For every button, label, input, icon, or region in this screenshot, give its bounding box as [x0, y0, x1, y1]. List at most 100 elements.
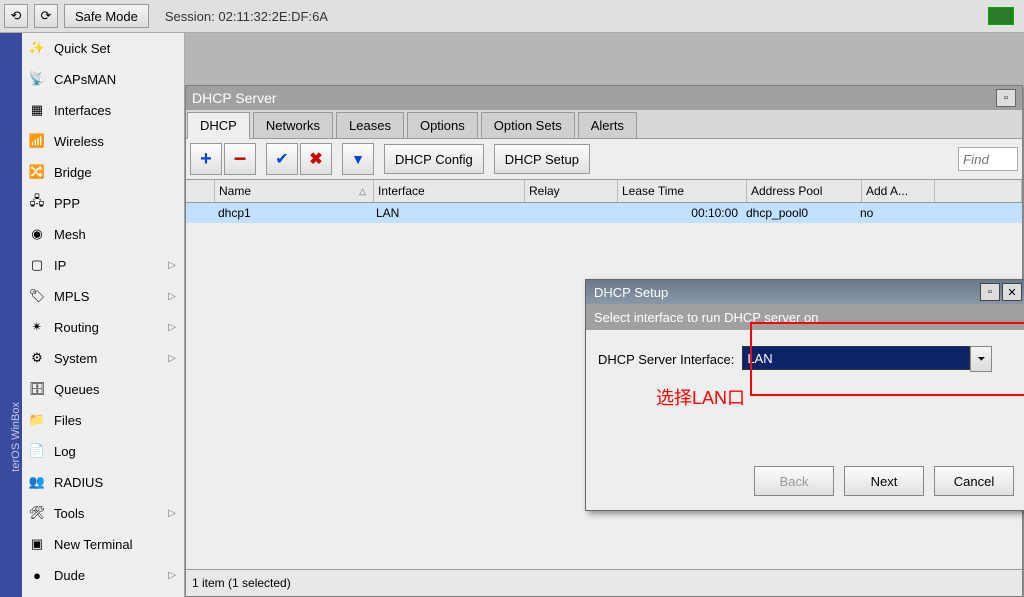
tab-alerts[interactable]: Alerts: [578, 112, 637, 138]
bridge-icon: 🔀: [28, 163, 46, 181]
ip-icon: ▢: [28, 256, 46, 274]
minimize-icon[interactable]: ▫: [980, 283, 1000, 301]
col-flag[interactable]: [186, 180, 215, 202]
sidebar-item-wireless[interactable]: 📶Wireless: [22, 126, 184, 157]
grid-header: Name△ Interface Relay Lease Time Address…: [186, 179, 1022, 203]
folder-icon: 📁: [28, 411, 46, 429]
session-label: Session: 02:11:32:2E:DF:6A: [165, 9, 328, 24]
mesh-icon: ◉: [28, 225, 46, 243]
sidebar-item-dude[interactable]: ●Dude▷: [22, 560, 184, 591]
antenna-icon: 📡: [28, 70, 46, 88]
minus-icon: −: [234, 146, 247, 172]
body: terOS WinBox ✨Quick Set 📡CAPsMAN ▦Interf…: [0, 33, 1024, 597]
field-label: DHCP Server Interface:: [598, 352, 734, 367]
sidebar-item-files[interactable]: 📁Files: [22, 405, 184, 436]
dialog-title: DHCP Setup: [594, 285, 668, 300]
funnel-icon: ▼: [351, 151, 365, 167]
tab-option-sets[interactable]: Option Sets: [481, 112, 575, 138]
sidebar-item-quick-set[interactable]: ✨Quick Set: [22, 33, 184, 64]
submenu-arrow-icon: ▷: [168, 570, 176, 581]
caret-down-icon: ⏷: [977, 354, 985, 365]
col-relay[interactable]: Relay: [525, 180, 618, 202]
sidebar-item-interfaces[interactable]: ▦Interfaces: [22, 95, 184, 126]
close-icon[interactable]: ✕: [1002, 283, 1022, 301]
grid-toolbar: + − ✔ ✖ ▼ DHCP Config DHCP Setup: [186, 139, 1022, 179]
routing-icon: ✴: [28, 318, 46, 336]
dialog-titlebar[interactable]: DHCP Setup ▫ ✕: [586, 280, 1024, 304]
dhcp-setup-dialog: DHCP Setup ▫ ✕ Select interface to run D…: [585, 279, 1024, 511]
cell-pool: dhcp_pool0: [742, 203, 856, 223]
dialog-subtitle: Select interface to run DHCP server on: [586, 304, 1024, 330]
tab-leases[interactable]: Leases: [336, 112, 404, 138]
col-add-arp[interactable]: Add A...: [862, 180, 935, 202]
window-title: DHCP Server: [192, 90, 277, 106]
mpls-icon: 🏷: [28, 287, 46, 305]
session-id: 02:11:32:2E:DF:6A: [218, 9, 328, 24]
sidebar-item-radius[interactable]: 👥RADIUS: [22, 467, 184, 498]
safe-mode-button[interactable]: Safe Mode: [64, 4, 149, 28]
sidebar-item-bridge[interactable]: 🔀Bridge: [22, 157, 184, 188]
sidebar-item-routing[interactable]: ✴Routing▷: [22, 312, 184, 343]
check-icon: ✔: [275, 149, 288, 169]
top-toolbar: ⟲ ⟳ Safe Mode Session: 02:11:32:2E:DF:6A: [0, 0, 1024, 33]
sidebar-item-log[interactable]: 📄Log: [22, 436, 184, 467]
next-button[interactable]: Next: [844, 466, 924, 496]
sidebar-item-capsman[interactable]: 📡CAPsMAN: [22, 64, 184, 95]
tools-icon: 🛠: [28, 504, 46, 522]
add-button[interactable]: +: [190, 143, 222, 175]
cancel-button[interactable]: Cancel: [934, 466, 1014, 496]
tab-dhcp[interactable]: DHCP: [187, 112, 250, 139]
gear-icon: ⚙: [28, 349, 46, 367]
col-lease-time[interactable]: Lease Time: [618, 180, 747, 202]
cell-interface: LAN: [372, 203, 522, 223]
sidebar-item-mesh[interactable]: ◉Mesh: [22, 219, 184, 250]
status-indicator-icon: [988, 7, 1014, 25]
cell-lease: 00:10:00: [614, 203, 742, 223]
interfaces-icon: ▦: [28, 101, 46, 119]
terminal-icon: ▣: [28, 535, 46, 553]
submenu-arrow-icon: ▷: [168, 353, 176, 364]
tab-networks[interactable]: Networks: [253, 112, 333, 138]
queues-icon: 🗄: [28, 380, 46, 398]
x-icon: ✖: [309, 149, 322, 169]
wand-icon: ✨: [28, 39, 46, 57]
col-interface[interactable]: Interface: [374, 180, 525, 202]
col-address-pool[interactable]: Address Pool: [747, 180, 862, 202]
find-input[interactable]: [958, 147, 1018, 171]
submenu-arrow-icon: ▷: [168, 322, 176, 333]
enable-button[interactable]: ✔: [266, 143, 298, 175]
table-row[interactable]: dhcp1 LAN 00:10:00 dhcp_pool0 no: [186, 203, 1022, 223]
forward-icon[interactable]: ⟳: [34, 4, 58, 28]
app-title-bar: terOS WinBox: [0, 33, 22, 597]
wifi-icon: 📶: [28, 132, 46, 150]
sidebar-item-tools[interactable]: 🛠Tools▷: [22, 498, 184, 529]
filter-button[interactable]: ▼: [342, 143, 374, 175]
disable-button[interactable]: ✖: [300, 143, 332, 175]
plus-icon: +: [200, 148, 212, 171]
minimize-icon[interactable]: ▫: [996, 89, 1016, 107]
interface-select[interactable]: LAN: [742, 346, 970, 370]
status-bar: 1 item (1 selected): [186, 569, 1022, 596]
dhcp-config-button[interactable]: DHCP Config: [384, 144, 484, 174]
submenu-arrow-icon: ▷: [168, 291, 176, 302]
dhcp-setup-button[interactable]: DHCP Setup: [494, 144, 590, 174]
sidebar-item-ppp[interactable]: 🖧PPP: [22, 188, 184, 219]
dropdown-button[interactable]: ⏷: [970, 346, 992, 372]
remove-button[interactable]: −: [224, 143, 256, 175]
window-titlebar[interactable]: DHCP Server ▫: [186, 86, 1022, 110]
ppp-icon: 🖧: [28, 194, 46, 212]
sidebar-item-mpls[interactable]: 🏷MPLS▷: [22, 281, 184, 312]
col-name[interactable]: Name△: [215, 180, 374, 202]
tab-options[interactable]: Options: [407, 112, 478, 138]
tab-bar: DHCP Networks Leases Options Option Sets…: [186, 110, 1022, 139]
interface-field-row: DHCP Server Interface: LAN ⏷: [598, 346, 1018, 372]
col-spacer: [935, 180, 1022, 202]
dialog-body: DHCP Server Interface: LAN ⏷ 选择LAN口: [586, 330, 1024, 426]
back-icon[interactable]: ⟲: [4, 4, 28, 28]
sidebar-item-ip[interactable]: ▢IP▷: [22, 250, 184, 281]
sidebar-item-queues[interactable]: 🗄Queues: [22, 374, 184, 405]
sidebar-item-new-terminal[interactable]: ▣New Terminal: [22, 529, 184, 560]
annotation-text: 选择LAN口: [656, 384, 1018, 410]
sidebar-item-system[interactable]: ⚙System▷: [22, 343, 184, 374]
log-icon: 📄: [28, 442, 46, 460]
